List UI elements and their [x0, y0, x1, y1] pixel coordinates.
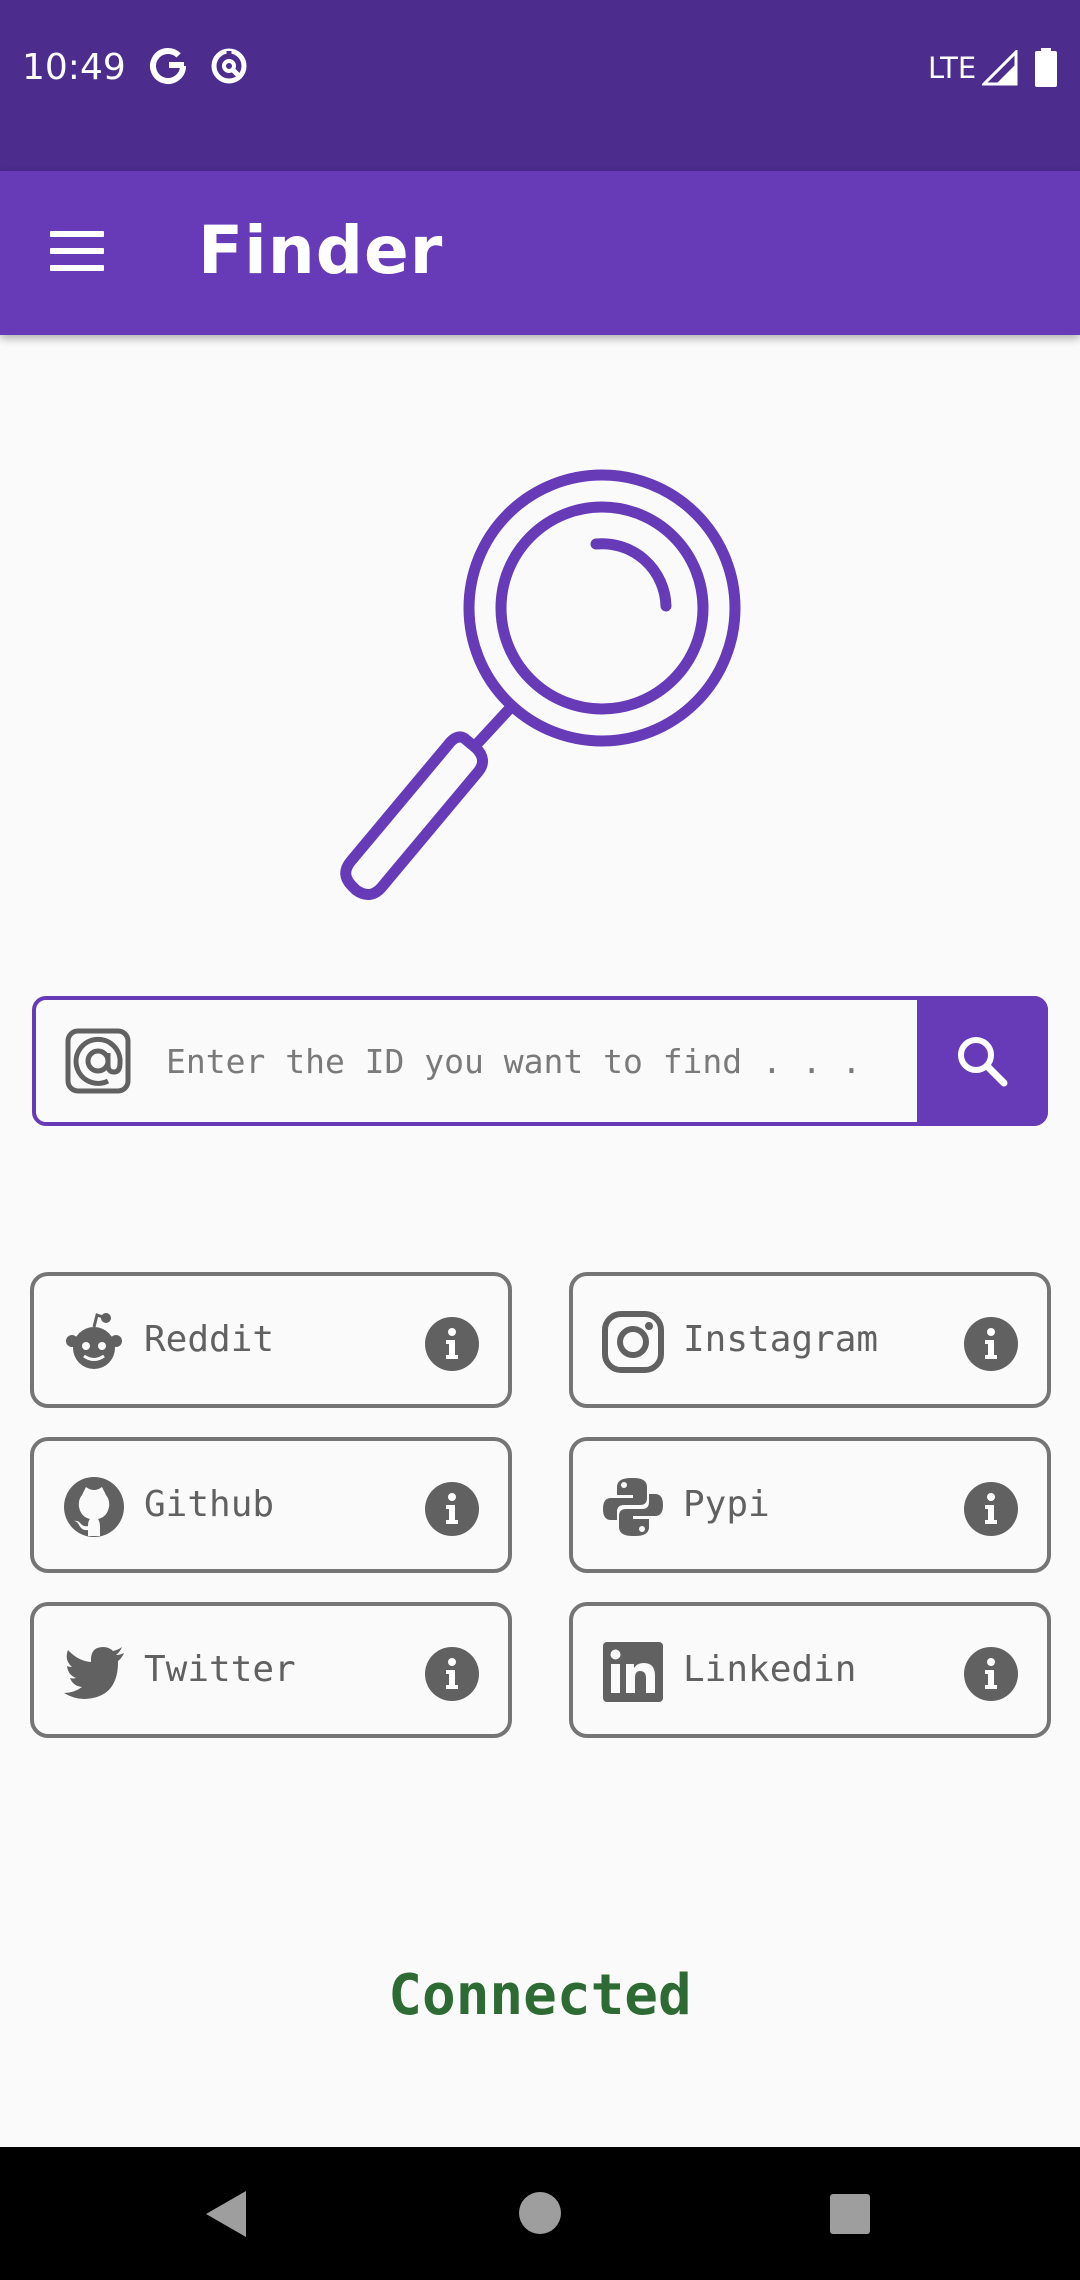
site-card-pypi[interactable]: Pypi [569, 1437, 1051, 1573]
connection-status: Connected [388, 1963, 692, 2028]
search-input[interactable] [166, 1026, 916, 1096]
recents-icon[interactable] [829, 2193, 871, 2235]
site-label: Reddit [144, 1319, 275, 1360]
app-bar: Finder [0, 171, 1080, 335]
site-label: Twitter [144, 1649, 296, 1690]
site-label: Github [144, 1484, 275, 1525]
battery-icon [1035, 48, 1057, 87]
data-saver-icon [211, 48, 247, 84]
menu-icon[interactable] [50, 229, 104, 273]
search-box [32, 996, 1048, 1126]
google-icon [150, 48, 186, 84]
signal-icon [982, 50, 1018, 86]
instagram-icon [602, 1311, 664, 1373]
info-icon[interactable] [963, 1481, 1019, 1537]
back-icon[interactable] [204, 2189, 248, 2239]
site-card-github[interactable]: Github [30, 1437, 512, 1573]
magnifier-icon [340, 469, 741, 900]
info-icon[interactable] [963, 1316, 1019, 1372]
info-icon[interactable] [424, 1646, 480, 1702]
site-card-reddit[interactable]: Reddit [30, 1272, 512, 1408]
at-sign-icon [65, 1028, 131, 1094]
info-icon[interactable] [424, 1316, 480, 1372]
status-bar: 10:49 LTE [0, 0, 1080, 171]
status-time: 10:49 [22, 47, 126, 88]
network-type: LTE [928, 51, 977, 85]
reddit-icon [66, 1313, 122, 1369]
site-label: Pypi [683, 1484, 770, 1525]
python-icon [603, 1478, 663, 1536]
search-icon [958, 1037, 1008, 1087]
info-icon[interactable] [963, 1646, 1019, 1702]
site-label: Linkedin [683, 1649, 857, 1690]
navigation-bar [0, 2147, 1080, 2280]
search-button[interactable] [917, 996, 1048, 1126]
github-icon [64, 1477, 124, 1537]
site-label: Instagram [683, 1319, 879, 1360]
linkedin-icon [603, 1642, 663, 1702]
info-icon[interactable] [424, 1481, 480, 1537]
home-icon[interactable] [518, 2191, 562, 2235]
twitter-icon [64, 1647, 124, 1699]
site-card-twitter[interactable]: Twitter [30, 1602, 512, 1738]
site-card-linkedin[interactable]: Linkedin [569, 1602, 1051, 1738]
app-title: Finder [198, 212, 444, 289]
site-card-instagram[interactable]: Instagram [569, 1272, 1051, 1408]
